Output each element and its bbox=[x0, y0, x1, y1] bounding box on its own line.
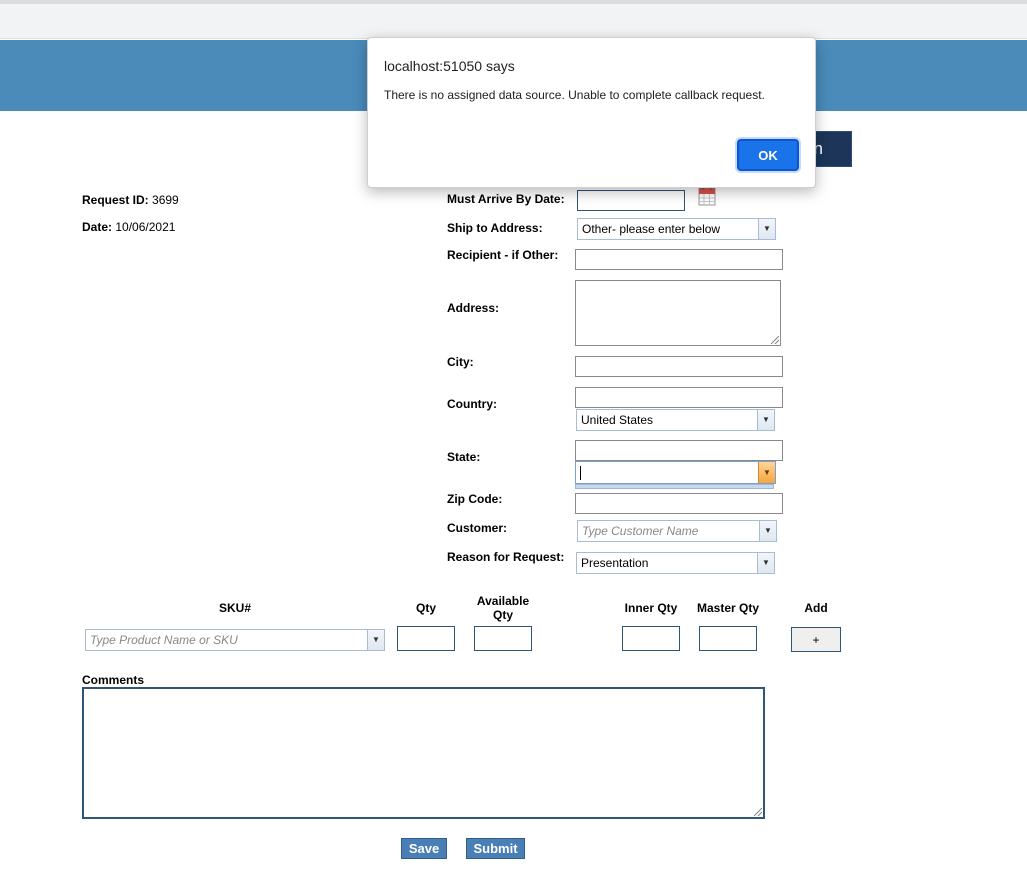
city-input[interactable] bbox=[575, 356, 783, 377]
ok-button[interactable]: OK bbox=[737, 139, 799, 171]
add-column-header: Add bbox=[804, 601, 828, 615]
request-date: Date: 10/06/2021 bbox=[82, 220, 175, 234]
ship-to-select[interactable]: Other- please enter below ▼ bbox=[577, 218, 776, 240]
dialog-message: There is no assigned data source. Unable… bbox=[384, 88, 765, 102]
reason-select[interactable]: Presentation ▼ bbox=[576, 552, 775, 574]
chevron-down-icon[interactable]: ▼ bbox=[757, 553, 774, 573]
address-label: Address: bbox=[447, 301, 500, 315]
dialog-title: localhost:51050 says bbox=[384, 58, 515, 74]
request-id-value: 3699 bbox=[152, 193, 179, 207]
chevron-down-icon[interactable]: ▼ bbox=[759, 521, 776, 541]
reason-value: Presentation bbox=[581, 556, 649, 570]
must-arrive-date-input[interactable] bbox=[577, 190, 685, 211]
country-value: United States bbox=[581, 413, 654, 427]
comments-label: Comments bbox=[82, 673, 145, 687]
available-qty-input[interactable] bbox=[474, 626, 532, 651]
ship-to-label: Ship to Address: bbox=[447, 221, 543, 235]
resize-grip-icon[interactable] bbox=[754, 808, 762, 816]
qty-column-header: Qty bbox=[415, 601, 436, 615]
address-textarea[interactable] bbox=[575, 280, 781, 346]
country-input[interactable] bbox=[575, 387, 783, 408]
customer-placeholder: Type Customer Name bbox=[582, 524, 699, 538]
chevron-down-icon[interactable]: ▼ bbox=[757, 410, 774, 430]
customer-label: Customer: bbox=[447, 521, 508, 535]
city-label: City: bbox=[447, 355, 474, 369]
available-qty-column-header: Available Qty bbox=[463, 594, 543, 622]
available-qty-header-line1: Available bbox=[476, 594, 530, 608]
chevron-down-icon[interactable]: ▼ bbox=[367, 630, 384, 650]
qty-input[interactable] bbox=[397, 626, 455, 651]
must-arrive-label: Must Arrive By Date: bbox=[447, 192, 565, 206]
submit-button[interactable]: Submit bbox=[466, 838, 525, 859]
state-dropdown-list[interactable] bbox=[575, 484, 774, 489]
save-button[interactable]: Save bbox=[401, 838, 447, 859]
resize-grip-icon[interactable] bbox=[771, 336, 779, 344]
sku-combobox[interactable]: Type Product Name or SKU ▼ bbox=[85, 629, 385, 651]
state-select[interactable]: ▼ bbox=[575, 461, 776, 484]
calendar-icon[interactable] bbox=[698, 186, 716, 206]
state-input[interactable] bbox=[575, 440, 783, 461]
chevron-down-icon[interactable]: ▼ bbox=[758, 219, 775, 239]
request-id: Request ID: 3699 bbox=[82, 193, 179, 207]
request-date-value: 10/06/2021 bbox=[115, 220, 176, 234]
comments-textarea[interactable] bbox=[82, 687, 765, 819]
zip-label: Zip Code: bbox=[447, 492, 503, 506]
sku-placeholder: Type Product Name or SKU bbox=[90, 633, 238, 647]
recipient-label: Recipient - if Other: bbox=[447, 248, 559, 262]
zip-input[interactable] bbox=[575, 493, 783, 514]
inner-qty-column-header: Inner Qty bbox=[624, 601, 678, 615]
ship-to-value: Other- please enter below bbox=[582, 222, 721, 236]
alert-dialog: localhost:51050 says There is no assigne… bbox=[367, 37, 816, 188]
text-cursor bbox=[580, 465, 581, 480]
country-select[interactable]: United States ▼ bbox=[576, 409, 775, 431]
reason-label: Reason for Request: bbox=[447, 550, 565, 564]
inner-qty-input[interactable] bbox=[622, 626, 680, 651]
browser-toolbar bbox=[0, 4, 1027, 39]
request-date-label: Date: bbox=[82, 220, 113, 234]
sku-column-header: SKU# bbox=[218, 601, 251, 615]
country-label: Country: bbox=[447, 397, 497, 411]
add-sku-button[interactable]: + bbox=[791, 627, 841, 652]
customer-combobox[interactable]: Type Customer Name ▼ bbox=[577, 520, 777, 542]
master-qty-column-header: Master Qty bbox=[696, 601, 760, 615]
master-qty-input[interactable] bbox=[699, 626, 757, 651]
request-id-label: Request ID: bbox=[82, 193, 149, 207]
recipient-input[interactable] bbox=[575, 249, 783, 270]
chevron-down-icon[interactable]: ▼ bbox=[758, 462, 775, 483]
available-qty-header-line2: Qty bbox=[492, 608, 513, 622]
state-label: State: bbox=[447, 450, 481, 464]
